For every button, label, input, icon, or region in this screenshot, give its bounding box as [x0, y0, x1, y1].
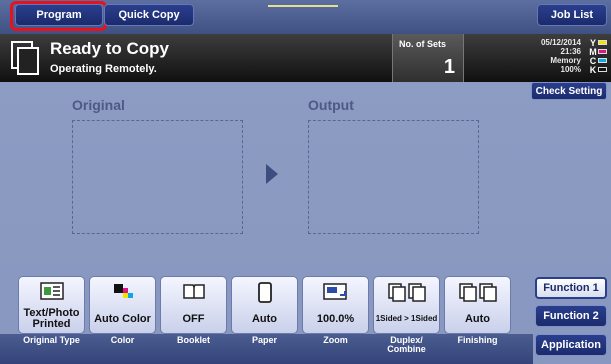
- memory-value: 100%: [560, 65, 581, 74]
- top-indicator-line: [268, 5, 338, 7]
- program-highlight-outline: [10, 1, 107, 31]
- toner-levels: Y M C K: [583, 38, 607, 75]
- device-info: 05/12/2014 21:36 Memory 100%: [541, 38, 581, 74]
- toner-bar-cyan: [598, 58, 607, 63]
- zoom-button[interactable]: 100.0%: [302, 276, 369, 334]
- job-list-button[interactable]: Job List: [537, 4, 607, 26]
- output-preview: [308, 120, 479, 234]
- function-1-label: Function 1: [543, 282, 599, 294]
- application-label: Application: [541, 339, 601, 351]
- finishing-button[interactable]: Auto: [444, 276, 511, 334]
- status-title: Ready to Copy: [50, 39, 170, 58]
- check-setting-label: Check Setting: [535, 85, 603, 97]
- original-type-value: Text/Photo Printed: [23, 307, 80, 330]
- paper-caption: Paper: [251, 335, 277, 345]
- date-display: 05/12/2014: [540, 38, 581, 47]
- application-tab[interactable]: Application: [535, 334, 607, 356]
- paper-value: Auto: [251, 312, 278, 325]
- output-label: Output: [308, 97, 354, 113]
- booklet-icon: [182, 284, 205, 299]
- zoom-icon: [322, 283, 347, 300]
- time-display: 21:36: [560, 47, 581, 56]
- toner-bar-black: [598, 67, 607, 72]
- original-type-caption: Original Type: [23, 335, 80, 345]
- paper-button[interactable]: Auto: [231, 276, 298, 334]
- sets-value: 1: [443, 56, 455, 78]
- function-2-tab[interactable]: Function 2: [535, 305, 607, 327]
- duplex-value: 1Sided > 1Sided: [375, 314, 438, 323]
- booklet-value: OFF: [182, 312, 205, 325]
- arrow-right-icon: [266, 164, 278, 184]
- check-setting-button[interactable]: Check Setting: [531, 82, 607, 100]
- original-preview: [72, 120, 243, 234]
- tab-quick-copy-label: Quick Copy: [118, 9, 180, 21]
- original-type-button[interactable]: Text/Photo Printed: [18, 276, 85, 334]
- finishing-icon: [458, 283, 497, 302]
- copy-document-icon: [11, 41, 39, 75]
- finishing-value: Auto: [464, 312, 491, 325]
- toner-row-k: K: [583, 64, 607, 75]
- duplex-combine-button[interactable]: 1Sided > 1Sided: [373, 276, 440, 334]
- original-type-icon: [39, 282, 64, 300]
- status-header: Ready to Copy Operating Remotely.: [0, 34, 611, 82]
- toner-bar-magenta: [598, 49, 607, 54]
- duplex-icon: [387, 283, 426, 302]
- paper-icon: [257, 282, 272, 303]
- color-icon: [113, 284, 133, 298]
- top-tab-bar: Program Quick Copy Job List: [0, 0, 611, 34]
- toner-bar-yellow: [598, 40, 607, 45]
- memory-label: Memory: [550, 56, 581, 65]
- status-subtitle: Operating Remotely.: [50, 63, 157, 75]
- original-label: Original: [72, 97, 125, 113]
- color-button[interactable]: Auto Color: [89, 276, 156, 334]
- booklet-button[interactable]: OFF: [160, 276, 227, 334]
- color-value: Auto Color: [94, 312, 151, 325]
- copy-screen: Program Quick Copy Job List Ready to Cop…: [0, 0, 611, 364]
- toner-letter: K: [589, 64, 597, 75]
- function-2-label: Function 2: [543, 310, 599, 322]
- number-of-sets[interactable]: No. of Sets 1: [392, 34, 464, 82]
- sets-label: No. of Sets: [399, 39, 447, 49]
- zoom-value: 100.0%: [316, 312, 355, 325]
- function-1-tab[interactable]: Function 1: [535, 277, 607, 299]
- zoom-caption: Zoom: [323, 335, 348, 345]
- duplex-caption: Duplex/ Combine: [387, 335, 426, 354]
- tab-quick-copy[interactable]: Quick Copy: [104, 4, 194, 26]
- finishing-caption: Finishing: [457, 335, 498, 345]
- color-caption: Color: [110, 335, 135, 345]
- job-list-label: Job List: [550, 9, 594, 21]
- booklet-caption: Booklet: [176, 335, 210, 345]
